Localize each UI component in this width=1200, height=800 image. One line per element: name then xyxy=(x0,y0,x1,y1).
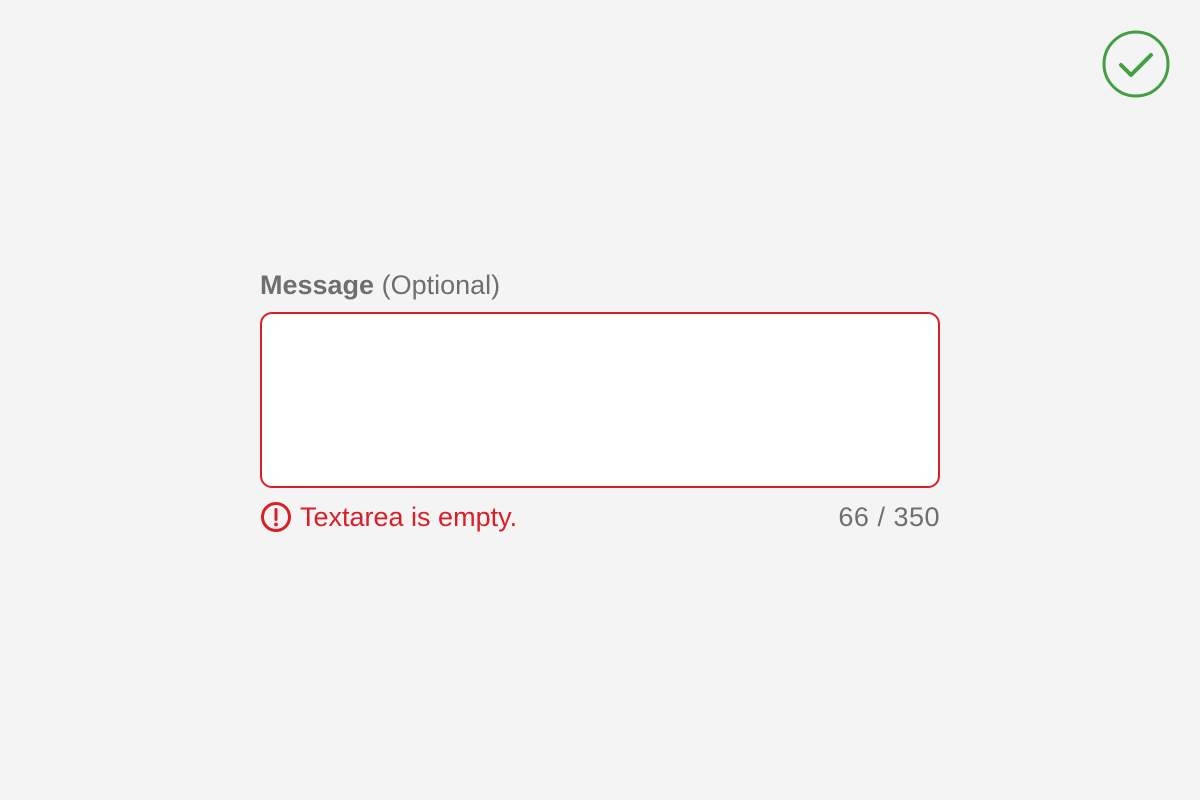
message-textarea[interactable] xyxy=(260,312,940,488)
error-circle-icon xyxy=(261,502,291,532)
character-counter: 66 / 350 xyxy=(838,502,940,532)
message-field: Message (Optional) Textarea is empty. 66… xyxy=(260,268,940,534)
page: Message (Optional) Textarea is empty. 66… xyxy=(0,0,1200,800)
field-label-text: Message xyxy=(260,270,375,300)
error-message: Textarea is empty. xyxy=(260,500,517,534)
check-circle-icon xyxy=(1102,30,1170,98)
field-optional-text: (Optional) xyxy=(381,270,501,300)
error-text: Textarea is empty. xyxy=(300,502,518,532)
field-label: Message (Optional) xyxy=(260,268,940,302)
helper-row: Textarea is empty. 66 / 350 xyxy=(260,500,940,534)
